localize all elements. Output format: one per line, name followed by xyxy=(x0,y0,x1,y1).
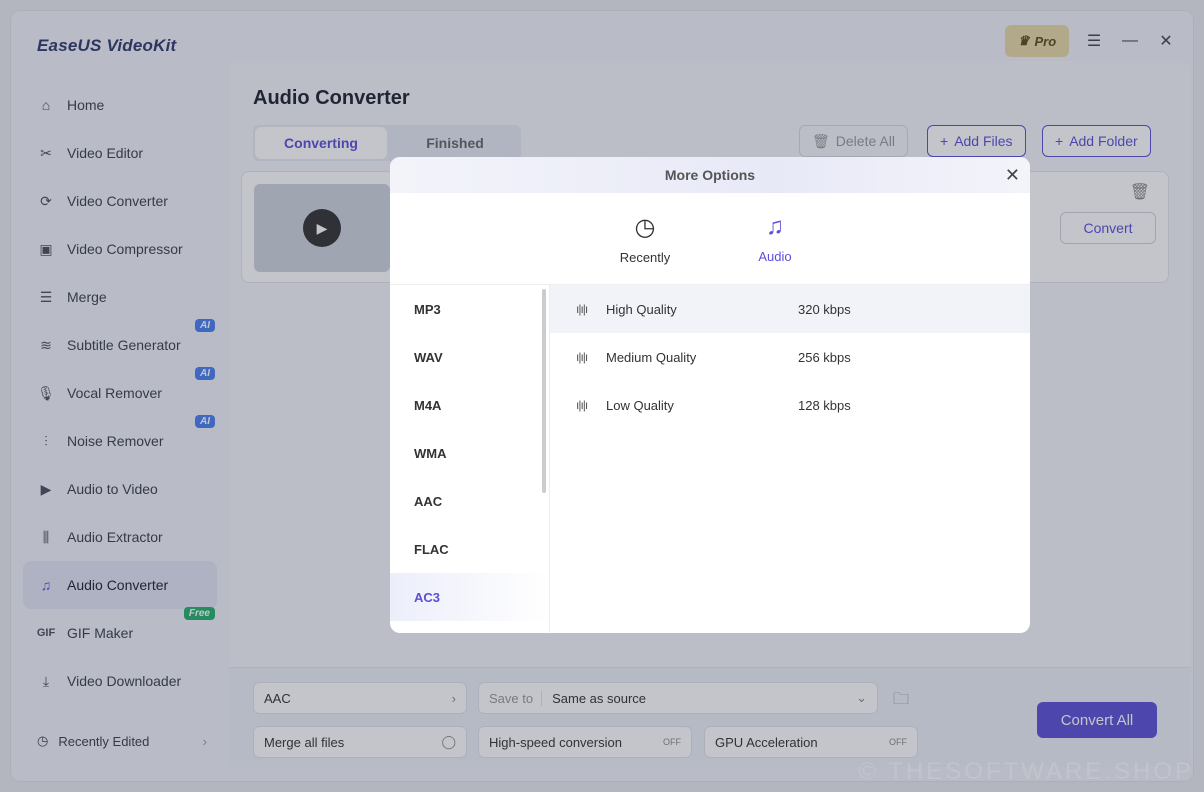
waveform-icon: ı|ı|ı xyxy=(576,398,588,412)
close-icon[interactable]: ✕ xyxy=(1005,165,1020,186)
format-item[interactable]: WAV xyxy=(390,333,549,381)
more-options-dialog: More Options ✕ ◷ Recently ♫ Audio MP3 WAV … xyxy=(390,157,1030,633)
format-item[interactable]: AAC xyxy=(390,477,549,525)
scrollbar[interactable] xyxy=(542,289,546,493)
format-item[interactable]: M4A xyxy=(390,381,549,429)
quality-item[interactable]: ı|ı|ı Low Quality 128 kbps xyxy=(550,381,1030,429)
tab-recently[interactable]: ◷ Recently xyxy=(615,213,675,284)
tab-audio[interactable]: ♫ Audio xyxy=(745,213,805,306)
music-icon: ♫ xyxy=(766,213,784,240)
format-item[interactable]: FLAC xyxy=(390,525,549,573)
format-item[interactable]: MP3 xyxy=(390,285,549,333)
clock-icon: ◷ xyxy=(634,214,656,241)
quality-rate: 256 kbps xyxy=(798,349,851,365)
tab-label: Recently xyxy=(619,250,671,265)
quality-rate: 128 kbps xyxy=(798,397,851,413)
waveform-icon: ı|ı|ı xyxy=(576,350,588,364)
watermark: © THESOFTWARE.SHOP xyxy=(858,758,1194,785)
quality-list: ı|ı|ı High Quality 320 kbps ı|ı|ı Medium Qu… xyxy=(550,285,1030,429)
dialog-tabs: ◷ Recently ♫ Audio xyxy=(390,193,1030,306)
quality-name: Low Quality xyxy=(606,397,674,413)
tab-label: Audio xyxy=(758,249,792,264)
format-item[interactable]: WMA xyxy=(390,429,549,477)
dialog-title: More Options xyxy=(390,157,1030,193)
quality-name: High Quality xyxy=(606,301,677,317)
waveform-icon: ı|ı|ı xyxy=(576,302,588,316)
quality-item[interactable]: ı|ı|ı High Quality 320 kbps xyxy=(550,285,1030,333)
quality-name: Medium Quality xyxy=(606,349,697,365)
quality-rate: 320 kbps xyxy=(798,301,851,317)
quality-item[interactable]: ı|ı|ı Medium Quality 256 kbps xyxy=(550,333,1030,381)
format-list: MP3 WAV M4A WMA AAC FLAC AC3 xyxy=(390,285,550,633)
format-item-selected[interactable]: AC3 xyxy=(390,573,549,621)
